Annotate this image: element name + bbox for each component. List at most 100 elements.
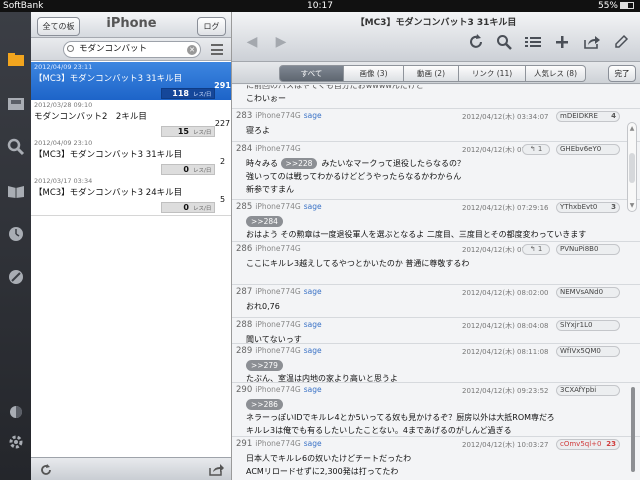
scroll-down-icon[interactable]: ▼ <box>628 202 636 209</box>
post-item[interactable]: 287 iPhone774G sage 2012/04/12(木) 08:02:00 N… <box>232 285 640 318</box>
post-partial: に前回のパスはやてくも自分だおwwwwんだけど こわいぉー <box>232 85 640 109</box>
back-arrow-icon[interactable]: ◀ <box>244 34 260 50</box>
thread-date: 2012/04/09 23:10 <box>34 139 93 147</box>
post-item[interactable]: 290 iPhone774G sage 2012/04/12(木) 09:23:52 3… <box>232 383 640 437</box>
circle-icon[interactable] <box>4 400 27 423</box>
post-list: に前回のパスはやてくも自分だおwwwwんだけど こわいぉー 283 iPhone774… <box>232 85 640 480</box>
post-item[interactable]: 285 iPhone774G sage 2012/04/12(木) 07:29:16 Y… <box>232 200 640 242</box>
post-item[interactable]: 291 iPhone774G sage 2012/04/12(木) 10:03:27 c… <box>232 437 640 480</box>
poster-id-badge[interactable]: 3CXAfYpbi <box>556 385 620 396</box>
list-icon[interactable] <box>211 44 223 55</box>
poster-id-badge[interactable]: NEMVsANd0 <box>556 287 620 298</box>
post-header: 287 iPhone774G sage <box>236 287 322 297</box>
thread-item[interactable]: 2012/04/09 23:10 【MC3】モダンコンバット3 31キル目 0 レス/… <box>31 138 231 178</box>
log-button[interactable]: ログ <box>197 17 226 36</box>
filter-bar: すべて 画像 (3) 動画 (2) リンク (11) 人気レス (8) 完了 <box>232 62 640 84</box>
search-bar: モダンコンバット ✕ <box>31 38 231 61</box>
post-item[interactable]: 289 iPhone774G sage 2012/04/12(木) 08:11:08 W… <box>232 344 640 383</box>
poster-id-badge[interactable]: YThxbEvt0 3 <box>556 202 620 213</box>
post-line: 時々みる >>228 みたいなマークって退役したらなるの？ <box>246 158 466 169</box>
sage-label: sage <box>303 346 322 355</box>
post-line: おはよう その勲章は一度退役軍人を選ぶとなるよ 二度目、三度目とその都度変わって… <box>246 230 587 239</box>
poster-id-badge[interactable]: WfIVx5QM0 <box>556 346 620 357</box>
sage-label: sage <box>303 439 322 448</box>
clock-label: 10:17 <box>307 1 333 11</box>
scrollbar[interactable] <box>631 387 635 472</box>
side-rail <box>0 12 31 480</box>
poster-id-badge[interactable]: cOmv5ql+0 23 <box>556 439 620 450</box>
post-item[interactable]: 286 iPhone774G 2012/04/12(木) 07:40:12 ↰ 1 PV… <box>232 242 640 285</box>
thread-item[interactable]: 2012/03/28 09:10 モダンコンバット2 2キル目 15 レス/日 227 <box>31 100 231 140</box>
filter-tab[interactable]: 人気レス (8) <box>526 65 586 82</box>
post-body: ここにキルレ3越えしてるやつとかいたのか 普通に尊敬するわ <box>246 257 469 270</box>
sage-label: sage <box>303 111 322 120</box>
share-icon[interactable] <box>584 34 600 50</box>
compose-icon[interactable] <box>613 34 629 50</box>
poster-id-badge[interactable]: mDEIDKRE 4 <box>556 111 620 122</box>
thread-title: 【MC3】モダンコンバット3 24キル目 <box>34 188 183 198</box>
scroll-rail[interactable]: ▲ ▼ <box>627 122 637 212</box>
post-time: 2012/04/12(木) 10:03:27 <box>462 441 549 449</box>
thread-list-toolbar <box>31 457 231 480</box>
search-input[interactable]: モダンコンバット ✕ <box>63 41 201 58</box>
folder-icon[interactable] <box>4 48 27 71</box>
thread-total: 2 <box>219 157 226 166</box>
thread-date: 2012/03/28 09:10 <box>34 101 93 109</box>
add-icon[interactable] <box>554 34 570 50</box>
filter-tab[interactable]: すべて <box>279 65 344 82</box>
poster-id-badge[interactable]: SlYxjr1L0 <box>556 320 620 331</box>
anchor-link[interactable]: >>286 <box>246 399 283 410</box>
poster-id-badge[interactable]: GHEbv6eY0 <box>556 144 620 155</box>
post-header: 285 iPhone774G sage <box>236 202 322 212</box>
reply-count-badge[interactable]: ↰ 1 <box>522 144 550 155</box>
anchor-link[interactable]: >>228 <box>280 158 318 169</box>
edit-icon[interactable] <box>4 265 27 288</box>
thread-title: モダンコンバット2 2キル目 <box>34 112 147 122</box>
poster-id-badge[interactable]: PVNuPi8B0 <box>556 244 620 255</box>
post-item[interactable]: 284 iPhone774G 2012/04/12(木) 07:18:17 ↰ 1 GH… <box>232 142 640 200</box>
post-body: 日本人でキルレ6の奴いたけどチートだったわ ACMリロードせずに2,300発は打っ… <box>246 452 411 480</box>
post-line: ACMリロードせずに2,300発は打ってたわ <box>246 467 399 476</box>
filter-tab[interactable]: 動画 (2) <box>404 65 459 82</box>
post-header: 284 iPhone774G <box>236 144 301 154</box>
post-line: 日本人でキルレ6の奴いたけどチートだったわ <box>246 454 412 463</box>
gear-icon[interactable] <box>4 430 27 453</box>
inbox-icon[interactable] <box>4 92 27 115</box>
done-button[interactable]: 完了 <box>608 65 636 82</box>
post-time: 2012/04/12(木) 03:34:07 <box>462 113 549 121</box>
search-icon[interactable] <box>496 34 512 50</box>
filter-tab[interactable]: 画像 (3) <box>344 65 404 82</box>
post-line: 新参ですまん <box>246 185 294 194</box>
share-icon[interactable] <box>209 463 224 476</box>
search-icon <box>67 45 74 52</box>
thread-title: 【MC3】モダンコンバット3 31キル目 <box>34 150 183 160</box>
filter-tab[interactable]: リンク (11) <box>459 65 526 82</box>
clear-icon[interactable]: ✕ <box>187 45 197 55</box>
clock-icon[interactable] <box>4 222 27 245</box>
thread-item[interactable]: 2012/03/17 03:34 【MC3】モダンコンバット3 24キル目 0 レス/… <box>31 176 231 216</box>
forward-arrow-icon[interactable]: ▶ <box>273 34 289 50</box>
post-time: 2012/04/12(木) 08:02:00 <box>462 289 549 297</box>
scroll-grip[interactable] <box>629 153 635 183</box>
post-item[interactable]: 283 iPhone774G sage 2012/04/12(木) 03:34:07 m… <box>232 109 640 142</box>
post-time: 2012/04/12(木) 07:29:16 <box>462 204 549 212</box>
reply-count-badge[interactable]: ↰ 1 <box>522 244 550 255</box>
thread-rate: 0 レス/日 <box>161 164 215 175</box>
thread-list-pane: 全ての板 iPhone ログ モダンコンバット ✕ 2012/04/09 23:… <box>31 12 232 480</box>
anchor-link[interactable]: >>284 <box>246 216 283 227</box>
search-icon[interactable] <box>4 135 27 158</box>
sage-label: sage <box>303 320 322 329</box>
post-header: 288 iPhone774G sage <box>236 320 322 330</box>
post-header: 290 iPhone774G sage <box>236 385 322 395</box>
post-body: >>279 たぶん、室温は内地の家より高いと思うよ <box>246 359 398 385</box>
refresh-icon[interactable] <box>40 464 52 476</box>
thread-item[interactable]: 2012/04/09 23:11 【MC3】モダンコンバット3 31キル目 118 レ… <box>31 62 231 102</box>
filter-segments: すべて 画像 (3) 動画 (2) リンク (11) 人気レス (8) <box>279 65 586 82</box>
thread-navbar: 【MC3】モダンコンバット3 31キル目 ◀ ▶ <box>232 12 640 62</box>
anchor-link[interactable]: >>279 <box>246 360 283 371</box>
post-item[interactable]: 288 iPhone774G sage 2012/04/12(木) 08:04:08 S… <box>232 318 640 344</box>
book-icon[interactable] <box>4 179 27 202</box>
list-icon[interactable] <box>525 34 541 50</box>
reload-icon[interactable] <box>468 34 484 50</box>
scroll-up-icon[interactable]: ▲ <box>628 125 636 132</box>
